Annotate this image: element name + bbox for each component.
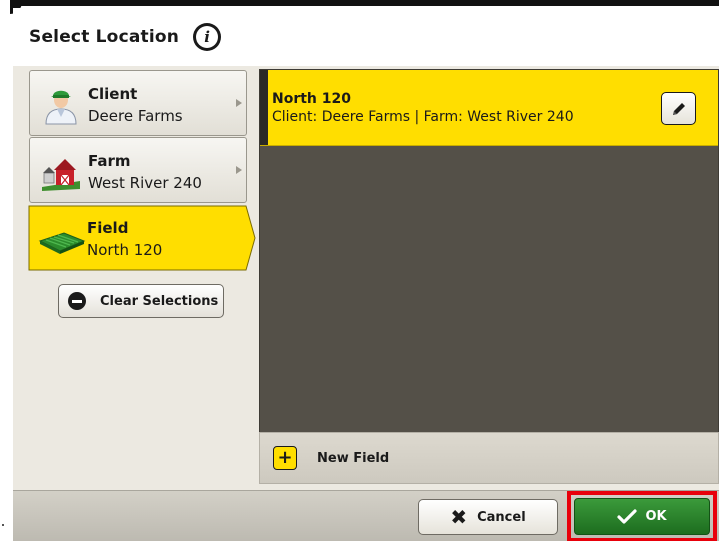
- selection-marker: [260, 70, 268, 145]
- checkmark-icon: [617, 508, 638, 524]
- cancel-button[interactable]: ✖ Cancel: [418, 499, 558, 535]
- new-field-button[interactable]: + New Field: [259, 432, 719, 484]
- nav-farm-title: Farm: [88, 152, 131, 170]
- new-field-label: New Field: [317, 450, 390, 466]
- top-accent-line: [10, 0, 719, 6]
- nav-item-field[interactable]: Field North 120: [28, 205, 256, 271]
- selection-panel: Client Deere Farms Farm West River 240 F: [13, 66, 719, 490]
- chevron-right-icon: [236, 99, 242, 107]
- ok-label: OK: [645, 509, 667, 524]
- plus-icon: +: [273, 446, 297, 470]
- list-item-name: North 120: [272, 91, 351, 107]
- minus-circle-icon: [68, 292, 86, 310]
- dialog-header: Select Location i: [13, 8, 719, 66]
- clear-selections-button[interactable]: Clear Selections: [58, 284, 224, 318]
- list-item-details: Client: Deere Farms | Farm: West River 2…: [272, 109, 574, 125]
- nav-field-title: Field: [87, 219, 129, 237]
- corner-dot: [2, 524, 4, 526]
- page-title: Select Location: [29, 27, 180, 47]
- x-icon: ✖: [450, 505, 468, 529]
- clear-selections-label: Clear Selections: [100, 293, 219, 309]
- info-icon[interactable]: i: [193, 23, 222, 51]
- chevron-right-icon: [236, 166, 242, 174]
- pencil-icon: [672, 102, 685, 115]
- client-person-icon: [45, 90, 77, 125]
- dialog-footer: ✖ Cancel OK: [13, 490, 719, 541]
- nav-item-client[interactable]: Client Deere Farms: [29, 70, 247, 136]
- cancel-label: Cancel: [477, 509, 526, 525]
- farm-barn-icon: [42, 159, 80, 191]
- nav-field-value: North 120: [87, 241, 163, 259]
- ok-button[interactable]: OK: [574, 498, 710, 535]
- list-item[interactable]: North 120 Client: Deere Farms | Farm: We…: [260, 70, 718, 146]
- field-list: North 120 Client: Deere Farms | Farm: We…: [259, 69, 719, 433]
- nav-item-farm[interactable]: Farm West River 240: [29, 137, 247, 203]
- nav-client-value: Deere Farms: [88, 107, 183, 125]
- nav-farm-value: West River 240: [88, 174, 202, 192]
- edit-button[interactable]: [661, 92, 696, 125]
- field-icon: [38, 232, 86, 254]
- nav-client-title: Client: [88, 85, 138, 103]
